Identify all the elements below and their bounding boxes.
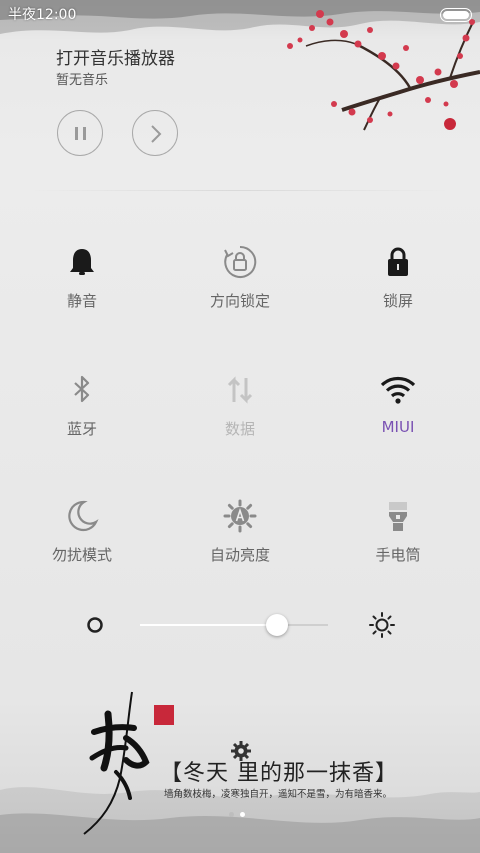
toggle-auto-brightness[interactable]: 自动亮度 xyxy=(160,498,320,618)
toggle-label: 蓝牙 xyxy=(66,420,97,438)
page-dot xyxy=(229,812,234,817)
toggle-mobile-data[interactable]: 数据 xyxy=(160,372,320,492)
toggle-label: 自动亮度 xyxy=(209,546,270,564)
pause-icon xyxy=(75,127,86,140)
moon-icon xyxy=(68,500,99,532)
rotation-lock-icon xyxy=(224,245,257,278)
toggle-label: MIUI xyxy=(381,418,415,436)
page-indicator xyxy=(229,812,253,820)
status-bar: 半夜12:00 xyxy=(0,0,480,26)
toggle-label: 锁屏 xyxy=(382,292,413,310)
battery-icon xyxy=(440,8,472,22)
brightness-slider-thumb[interactable] xyxy=(266,614,289,636)
chevron-right-icon xyxy=(151,125,162,143)
toggle-label: 勿扰模式 xyxy=(51,546,112,564)
toggle-label: 静音 xyxy=(66,292,97,310)
lock-icon xyxy=(388,247,408,276)
next-button[interactable] xyxy=(132,110,178,156)
toggle-label: 方向锁定 xyxy=(209,292,270,310)
toggle-label: 手电筒 xyxy=(375,546,421,564)
gear-icon[interactable] xyxy=(230,740,252,762)
toggle-silent[interactable]: 静音 xyxy=(2,244,162,364)
toggle-flashlight[interactable]: 手电筒 xyxy=(318,498,478,618)
brightness-high-icon xyxy=(369,612,395,638)
poem-title: 【冬天 里的那一抹香】 xyxy=(160,761,398,786)
bluetooth-icon xyxy=(74,375,90,403)
music-track-status: 暂无音乐 xyxy=(56,73,109,88)
toggle-label: 数据 xyxy=(224,420,255,438)
auto-brightness-icon xyxy=(223,499,257,533)
red-seal-stamp xyxy=(154,705,174,725)
toggle-do-not-disturb[interactable]: 勿扰模式 xyxy=(2,498,162,618)
flashlight-icon xyxy=(389,502,407,531)
toggle-rotation-lock[interactable]: 方向锁定 xyxy=(160,244,320,364)
poem-verse: 墙角数枝梅，凌寒独自开，遥知不是雪，为有暗香来。 xyxy=(164,789,393,800)
calligraphy-character xyxy=(83,691,150,835)
divider xyxy=(30,190,450,191)
page-dot xyxy=(240,812,245,817)
brightness-low-icon xyxy=(87,617,103,633)
brightness-slider-fill xyxy=(140,624,278,626)
bell-icon xyxy=(70,249,94,275)
pause-button[interactable] xyxy=(57,110,103,156)
toggle-lock-screen[interactable]: 锁屏 xyxy=(318,244,478,364)
status-time: 半夜12:00 xyxy=(8,7,77,23)
toggle-wifi[interactable]: MIUI xyxy=(318,372,478,492)
music-player-title[interactable]: 打开音乐播放器 xyxy=(56,44,175,69)
wifi-icon xyxy=(380,377,416,404)
toggle-bluetooth[interactable]: 蓝牙 xyxy=(2,372,162,492)
data-arrows-icon xyxy=(227,376,253,404)
